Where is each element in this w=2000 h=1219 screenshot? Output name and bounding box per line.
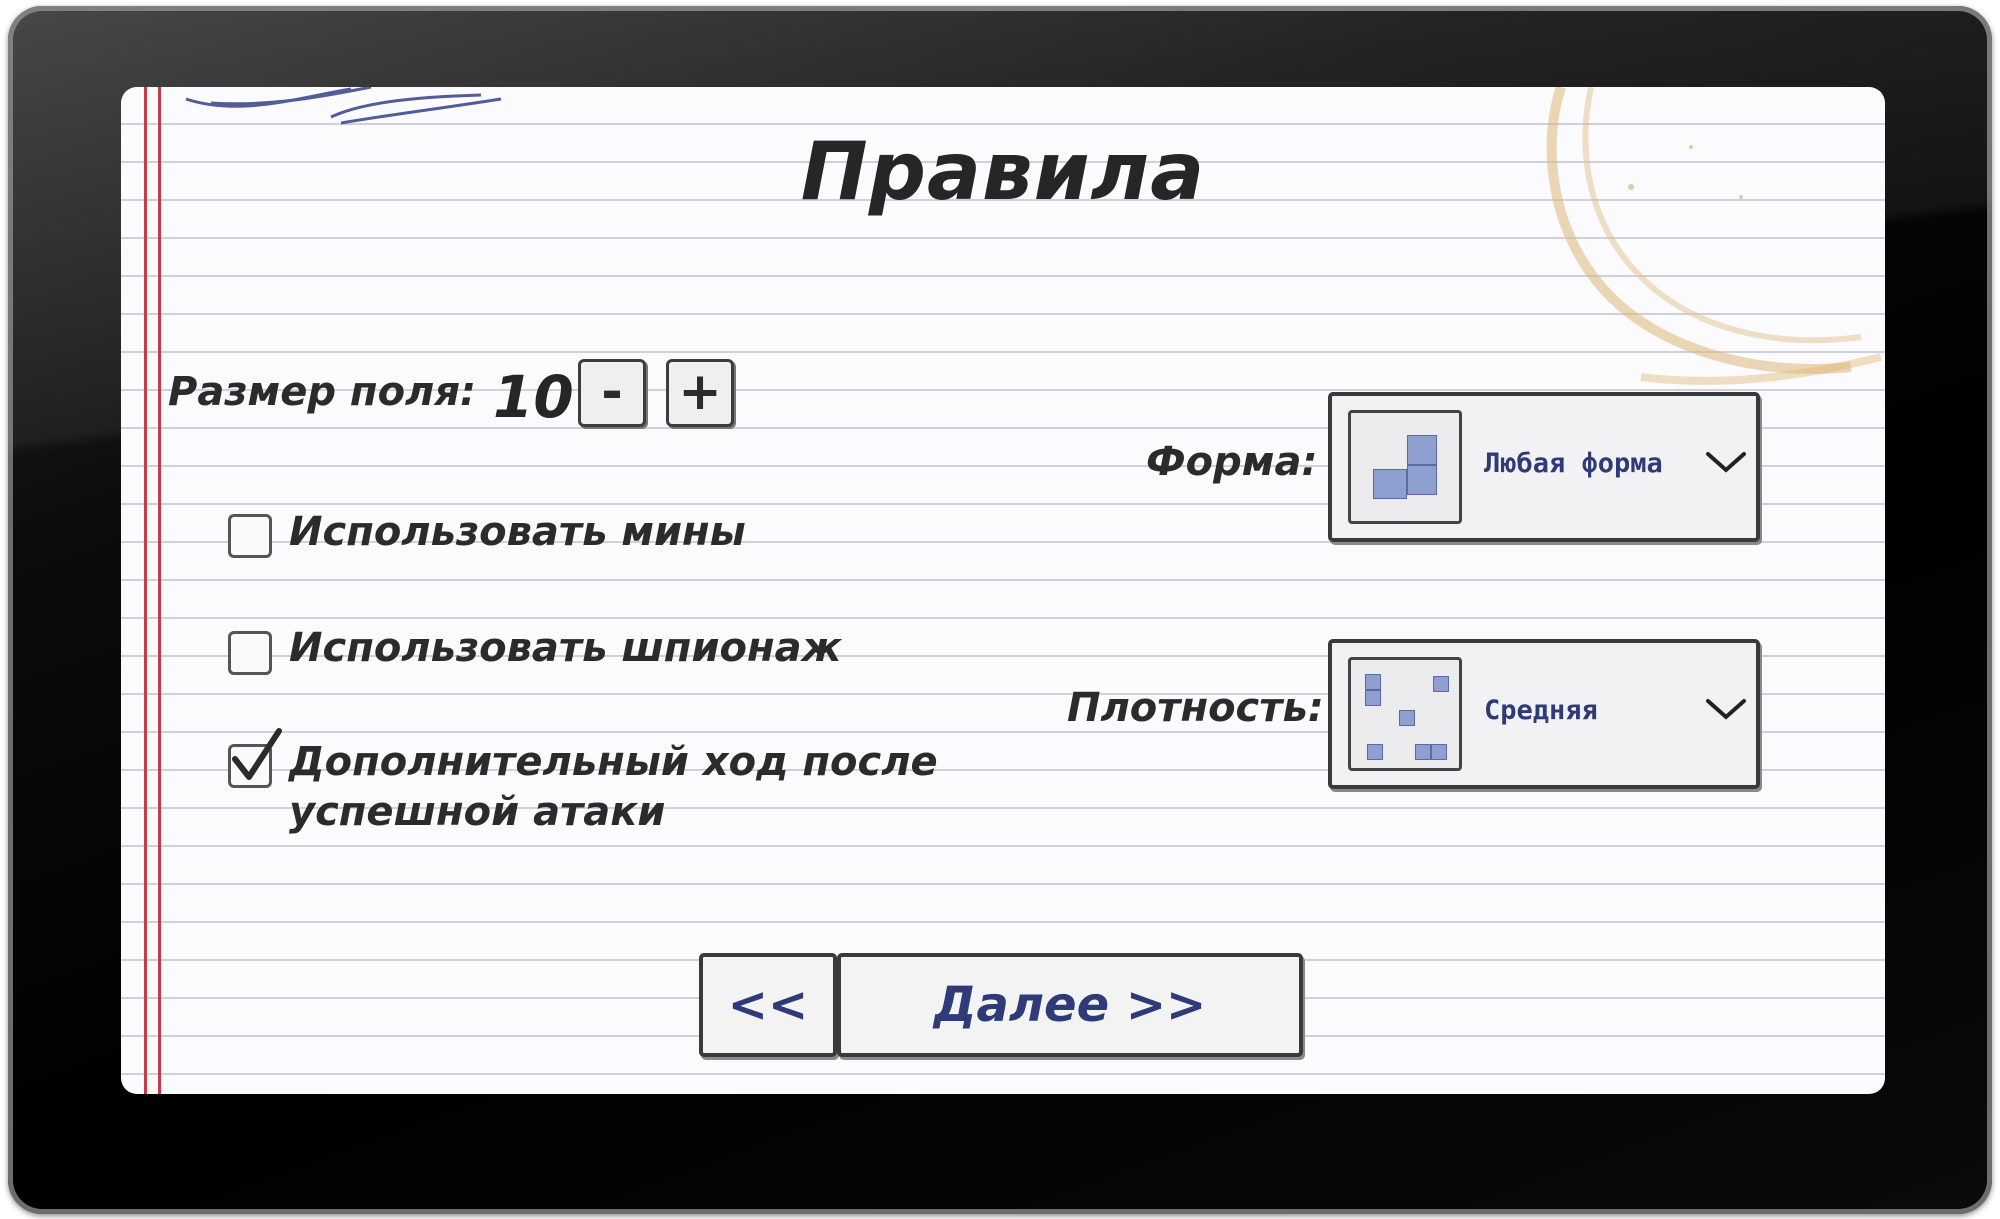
back-button[interactable]: <<	[699, 953, 837, 1057]
mines-checkbox[interactable]	[228, 514, 272, 558]
extra-turn-label-line1: Дополнительный ход после	[289, 739, 938, 785]
field-size-label: Размер поля:	[168, 369, 477, 415]
shape-value: Любая форма	[1484, 448, 1663, 479]
field-size-value: 10	[493, 363, 574, 431]
espionage-checkbox[interactable]	[228, 631, 272, 675]
espionage-label: Использовать шпионаж	[289, 625, 842, 671]
extra-turn-label-line2: успешной атаки	[289, 789, 666, 835]
increment-button[interactable]: +	[666, 359, 734, 427]
scattered-cells-icon	[1348, 657, 1462, 771]
chevron-down-icon	[1706, 452, 1746, 473]
page-title: Правила	[800, 125, 1206, 218]
margin-line-right	[158, 87, 161, 1094]
density-dropdown[interactable]: Средняя	[1328, 639, 1760, 789]
density-label: Плотность:	[1067, 685, 1324, 731]
checkmark-icon	[232, 728, 282, 780]
shape-dropdown[interactable]: Любая форма	[1328, 392, 1760, 542]
margin-line-left	[144, 87, 147, 1094]
polyomino-shape-icon	[1348, 410, 1462, 524]
decrement-button[interactable]: -	[578, 359, 646, 427]
shape-label: Форма:	[1146, 439, 1318, 485]
next-button[interactable]: Далее >>	[837, 953, 1303, 1057]
notebook-screen: Правила Размер поля: 10 - + Использовать…	[121, 87, 1885, 1094]
mines-label: Использовать мины	[289, 509, 746, 555]
density-value: Средняя	[1484, 695, 1598, 726]
extra-turn-checkbox[interactable]	[228, 728, 282, 788]
chevron-down-icon	[1706, 699, 1746, 720]
